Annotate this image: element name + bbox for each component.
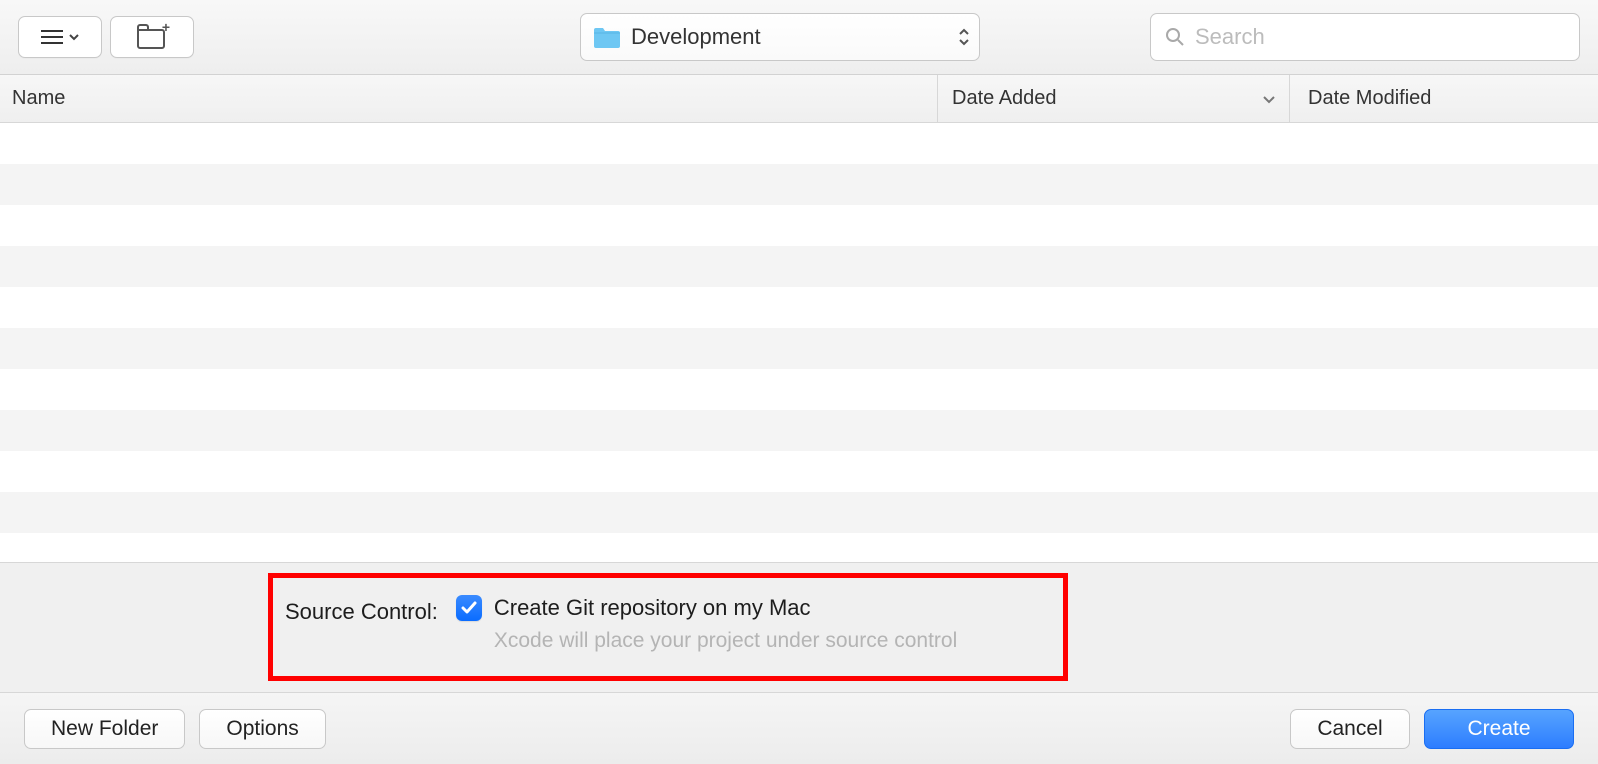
column-date-modified-label: Date Modified xyxy=(1308,87,1431,110)
list-row xyxy=(0,533,1598,562)
list-row xyxy=(0,287,1598,328)
chevron-down-icon xyxy=(1263,87,1275,110)
check-icon xyxy=(461,600,477,616)
list-view-icon xyxy=(41,30,79,44)
bottom-bar: New Folder Options Cancel Create xyxy=(0,692,1598,764)
create-button[interactable]: Create xyxy=(1424,709,1574,749)
list-row xyxy=(0,492,1598,533)
list-row xyxy=(0,328,1598,369)
cancel-button[interactable]: Cancel xyxy=(1290,709,1410,749)
column-date-added-label: Date Added xyxy=(952,87,1057,110)
list-row xyxy=(0,369,1598,410)
location-name: Development xyxy=(631,24,761,50)
column-name-label: Name xyxy=(12,87,65,110)
location-popup[interactable]: Development xyxy=(580,13,980,61)
search-input[interactable] xyxy=(1195,24,1565,50)
list-row xyxy=(0,410,1598,451)
list-row xyxy=(0,246,1598,287)
file-list xyxy=(0,123,1598,562)
stepper-icon xyxy=(959,14,969,60)
column-header: Name Date Added Date Modified xyxy=(0,75,1598,123)
source-control-panel: Source Control: Create Git repository on… xyxy=(0,562,1598,692)
column-name[interactable]: Name xyxy=(0,75,938,122)
column-date-added[interactable]: Date Added xyxy=(938,75,1290,122)
toolbar: + Development xyxy=(0,0,1598,75)
options-button[interactable]: Options xyxy=(199,709,325,749)
folder-icon xyxy=(593,26,621,48)
view-mode-button[interactable] xyxy=(18,16,102,58)
chevron-down-icon xyxy=(69,32,79,42)
new-folder-icon: + xyxy=(137,25,167,49)
column-date-modified[interactable]: Date Modified xyxy=(1290,75,1598,122)
source-control-hint: Xcode will place your project under sour… xyxy=(494,629,957,653)
search-field[interactable] xyxy=(1150,13,1580,61)
list-row xyxy=(0,205,1598,246)
git-repo-checkbox-label: Create Git repository on my Mac xyxy=(494,595,811,621)
source-control-label: Source Control: xyxy=(285,595,438,625)
list-row xyxy=(0,123,1598,164)
list-row xyxy=(0,164,1598,205)
git-repo-checkbox[interactable] xyxy=(456,595,482,621)
search-icon xyxy=(1165,27,1185,47)
toolbar-new-folder-button[interactable]: + xyxy=(110,16,194,58)
list-row xyxy=(0,451,1598,492)
new-folder-button[interactable]: New Folder xyxy=(24,709,185,749)
